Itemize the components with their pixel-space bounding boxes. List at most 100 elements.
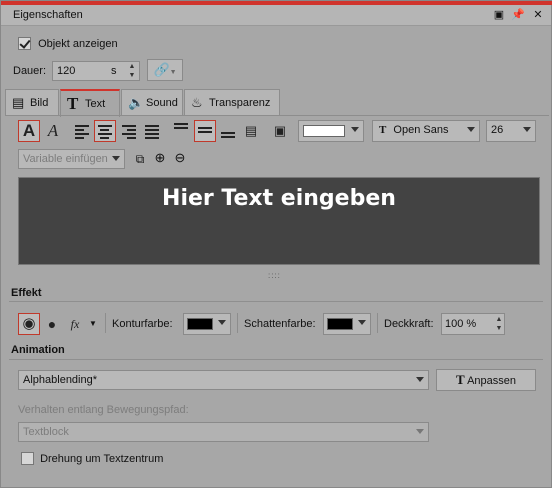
link-button[interactable]: 🔗▼: [147, 59, 183, 81]
valign-bottom-button[interactable]: [217, 120, 239, 142]
valign-middle-icon: [198, 127, 212, 133]
animation-divider: [9, 359, 543, 360]
tab-text-label: Text: [85, 98, 106, 110]
valign-middle-button[interactable]: [194, 120, 216, 142]
rotate-center-checkbox[interactable]: [21, 452, 34, 465]
close-icon[interactable]: ✕: [531, 8, 545, 22]
tab-transparenz-label: Transparenz: [209, 97, 271, 109]
shadow-color-swatch: [327, 318, 353, 330]
duration-input[interactable]: 120 s ▲ ▼: [52, 61, 140, 81]
italic-a-button[interactable]: A: [42, 120, 64, 142]
show-object-label: Objekt anzeigen: [38, 37, 118, 50]
chevron-down-icon: [351, 127, 359, 132]
bold-a-button[interactable]: A: [18, 120, 40, 142]
pin-icon[interactable]: 📌: [511, 8, 525, 22]
fx-icon: fx: [70, 317, 80, 331]
shadow-color-picker[interactable]: [323, 313, 371, 335]
motion-path-dropdown[interactable]: Textblock: [18, 422, 429, 442]
tab-bild[interactable]: ▤ Bild: [5, 89, 59, 116]
show-object-row[interactable]: Objekt anzeigen: [18, 37, 118, 50]
tab-transparenz[interactable]: ♨ Transparenz: [184, 89, 280, 116]
valign-bottom-icon: [221, 132, 235, 138]
text-editor-preview[interactable]: Hier Text eingeben: [18, 177, 540, 265]
window-icon[interactable]: ▣: [492, 8, 506, 22]
justify-button[interactable]: [141, 120, 163, 142]
tab-divider: [5, 115, 549, 116]
text-effect-icon: T: [455, 372, 465, 387]
shadow-effect-button[interactable]: ●: [41, 313, 63, 335]
opacity-value: 100 %: [445, 318, 477, 330]
chevron-down-icon: [416, 377, 424, 382]
image-icon: ▤: [12, 95, 25, 110]
zoom-in-icon[interactable]: ⊕: [153, 151, 167, 165]
align-right-button[interactable]: [118, 120, 140, 142]
duration-unit: s: [111, 65, 117, 77]
font-dropdown[interactable]: T Open Sans: [372, 120, 480, 142]
fx-button[interactable]: fx: [64, 313, 86, 335]
align-left-button[interactable]: [71, 120, 93, 142]
duration-stepper[interactable]: ▲ ▼: [127, 62, 137, 82]
title-bar: Eigenschaften ▣ 📌 ✕: [1, 5, 551, 26]
rotate-center-row[interactable]: Drehung um Textzentrum: [21, 452, 163, 465]
bold-a-icon: A: [22, 121, 36, 140]
valign-top-icon: [174, 123, 188, 129]
opacity-input[interactable]: 100 % ▲ ▼: [441, 313, 505, 335]
duration-label: Dauer:: [13, 65, 47, 77]
opacity-label: Deckkraft:: [384, 318, 434, 330]
variable-dropdown[interactable]: Variable einfügen: [18, 149, 125, 169]
resize-grip[interactable]: ::::: [268, 271, 281, 280]
contour-color-label: Konturfarbe:: [112, 318, 173, 330]
justify-icon: [145, 125, 159, 139]
outline-effect-button[interactable]: ◉: [18, 313, 40, 335]
contour-color-picker[interactable]: [183, 313, 231, 335]
animation-type-dropdown[interactable]: Alphablending*: [18, 370, 429, 390]
show-object-checkbox[interactable]: [18, 37, 31, 50]
link-icon: 🔗: [153, 62, 170, 77]
separator: [377, 313, 378, 333]
opacity-stepper[interactable]: ▲ ▼: [494, 315, 504, 335]
font-size-dropdown[interactable]: 26: [486, 120, 536, 142]
chevron-down-icon: [112, 156, 120, 161]
italic-a-icon: A: [47, 121, 59, 140]
tab-text[interactable]: T Text: [60, 89, 120, 117]
motion-path-value: Textblock: [23, 426, 69, 438]
fx-dropdown-caret[interactable]: ▼: [89, 319, 97, 328]
variable-placeholder: Variable einfügen: [23, 153, 108, 165]
align-left-icon: [75, 125, 89, 139]
properties-panel: Eigenschaften ▣ 📌 ✕ Objekt anzeigen Daue…: [0, 0, 552, 488]
chevron-down-icon: [467, 127, 475, 132]
font-icon: T: [379, 124, 387, 136]
valign-top-button[interactable]: [170, 120, 192, 142]
separator: [105, 313, 106, 333]
adjust-button[interactable]: T Anpassen: [436, 369, 536, 391]
align-center-icon: [98, 125, 112, 139]
chevron-down-icon: [358, 320, 366, 325]
tab-sound-label: Sound: [146, 97, 178, 109]
align-right-icon: [122, 125, 136, 139]
preview-text[interactable]: Hier Text eingeben: [19, 186, 539, 211]
fit-icon: ▣: [273, 123, 287, 138]
speaker-icon: 🔈: [128, 95, 145, 110]
adjust-button-label: Anpassen: [467, 375, 517, 387]
fit-button[interactable]: ▣: [269, 120, 291, 142]
text-t-icon: T: [67, 94, 79, 113]
tab-bild-label: Bild: [30, 97, 49, 109]
zoom-out-icon[interactable]: ⊖: [173, 151, 187, 165]
align-center-button[interactable]: [94, 120, 116, 142]
contour-color-swatch: [187, 318, 213, 330]
copy-icon[interactable]: ⧉: [133, 152, 147, 166]
outline-circle-icon: ◉: [22, 315, 36, 332]
tab-sound[interactable]: 🔈 Sound: [121, 89, 183, 116]
effect-divider: [9, 301, 543, 302]
effect-section-title: Effekt: [11, 287, 42, 299]
font-value: Open Sans: [393, 124, 449, 136]
separator: [237, 313, 238, 333]
transparency-icon: ♨: [191, 95, 203, 110]
text-box-button[interactable]: ▤: [240, 120, 262, 142]
animation-section-title: Animation: [11, 344, 65, 356]
shadow-circle-icon: ●: [47, 316, 57, 332]
text-color-picker[interactable]: [298, 120, 364, 142]
text-box-icon: ▤: [244, 123, 258, 138]
animation-type-value: Alphablending*: [23, 374, 98, 386]
panel-title: Eigenschaften: [13, 9, 83, 21]
